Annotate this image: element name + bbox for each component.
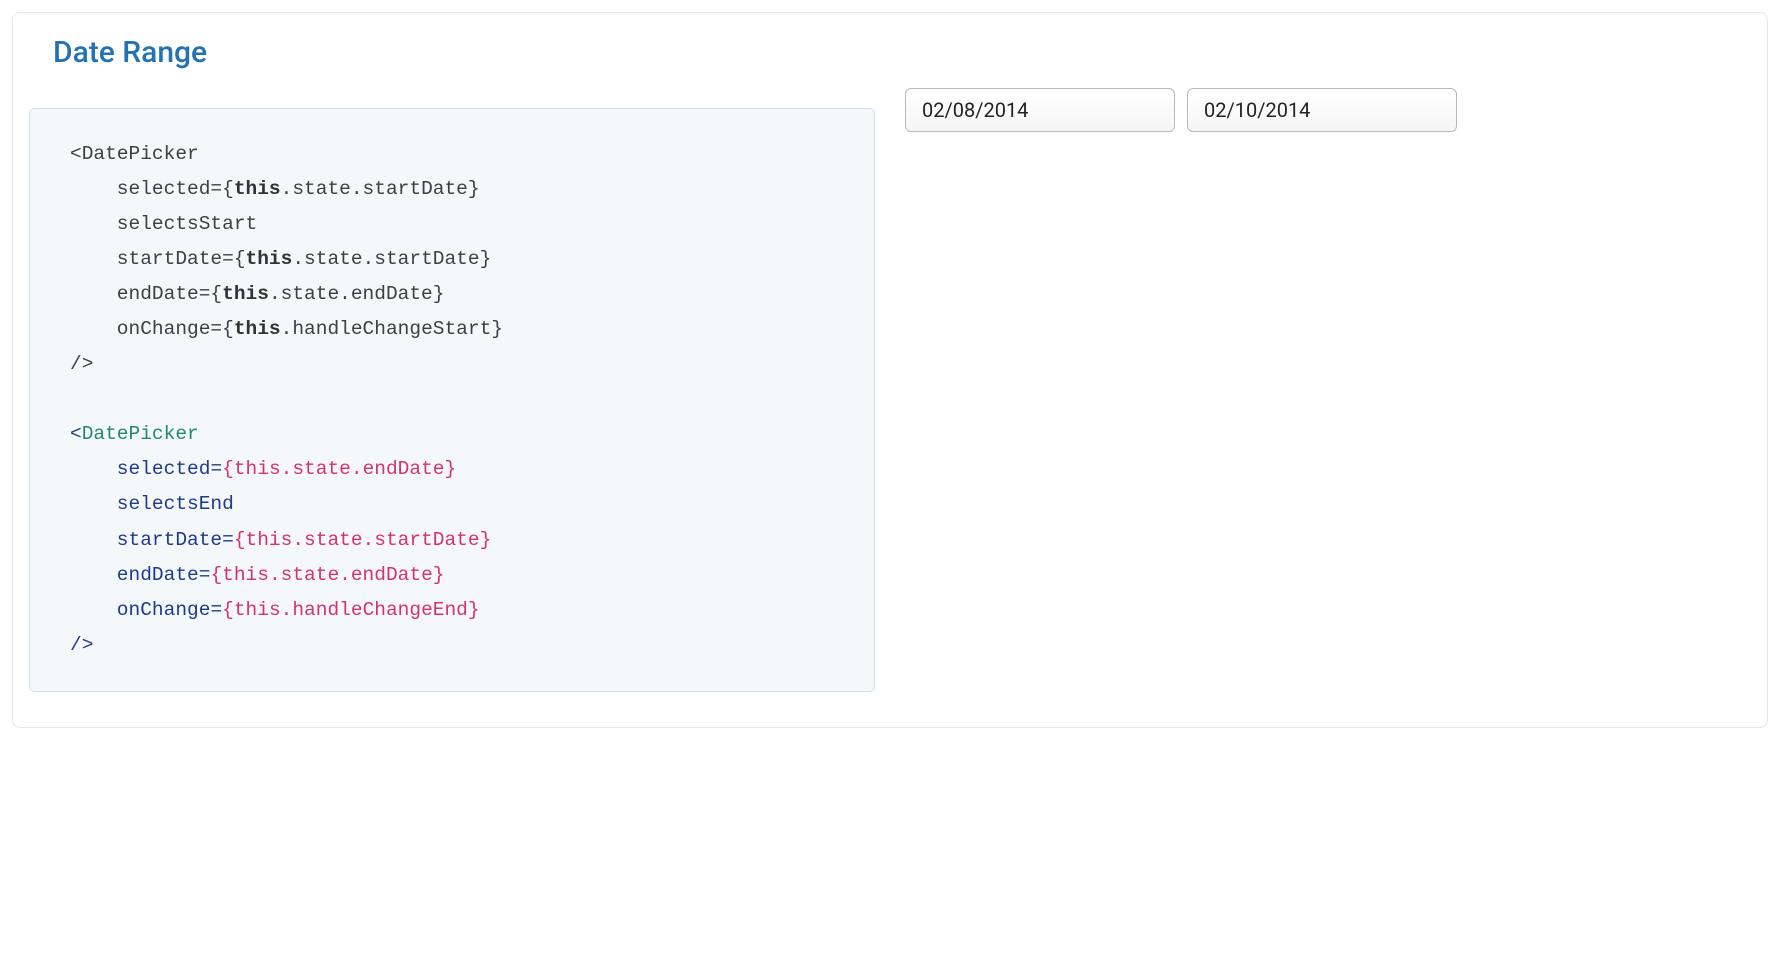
code-line: .handleChangeStart} bbox=[281, 318, 503, 340]
code-expr: {this.state.startDate} bbox=[234, 529, 491, 551]
code-line: selectsStart bbox=[70, 213, 257, 235]
code-line: .state.startDate} bbox=[292, 248, 491, 270]
example-card: Date Range <DatePicker selected={this.st… bbox=[12, 12, 1768, 728]
end-date-input[interactable] bbox=[1187, 88, 1457, 132]
code-line: .state.startDate} bbox=[281, 178, 480, 200]
code-line: .state.endDate} bbox=[269, 283, 445, 305]
code-line: selected={ bbox=[70, 178, 234, 200]
date-range-row bbox=[905, 88, 1751, 132]
card-header: Date Range bbox=[13, 13, 1767, 88]
code-expr: {this.state.endDate} bbox=[222, 458, 456, 480]
card-title: Date Range bbox=[53, 35, 1727, 70]
code-attr: endDate bbox=[70, 564, 199, 586]
code-kw-this: this bbox=[234, 178, 281, 200]
code-punc: < bbox=[70, 423, 82, 445]
code-punc: = bbox=[222, 529, 234, 551]
code-line: onChange={ bbox=[70, 318, 234, 340]
code-kw-this: this bbox=[246, 248, 293, 270]
code-line: endDate={ bbox=[70, 283, 222, 305]
code-kw-this: this bbox=[222, 283, 269, 305]
code-column: <DatePicker selected={this.state.startDa… bbox=[29, 88, 875, 711]
code-punc: = bbox=[210, 599, 222, 621]
preview-column bbox=[905, 88, 1751, 711]
code-expr: {this.handleChangeEnd} bbox=[222, 599, 479, 621]
code-punc: = bbox=[210, 458, 222, 480]
code-example: <DatePicker selected={this.state.startDa… bbox=[29, 108, 875, 692]
start-date-input[interactable] bbox=[905, 88, 1175, 132]
card-body: <DatePicker selected={this.state.startDa… bbox=[13, 88, 1767, 727]
code-line: startDate={ bbox=[70, 248, 246, 270]
code-attr: onChange bbox=[70, 599, 210, 621]
code-kw-this: this bbox=[234, 318, 281, 340]
code-attr: selected bbox=[70, 458, 210, 480]
code-line: <DatePicker bbox=[70, 143, 199, 165]
code-expr: {this.state.endDate} bbox=[210, 564, 444, 586]
code-punc: = bbox=[199, 564, 211, 586]
code-attr: startDate bbox=[70, 529, 222, 551]
code-tag: DatePicker bbox=[82, 423, 199, 445]
code-line: /> bbox=[70, 634, 93, 656]
code-line: /> bbox=[70, 353, 93, 375]
code-attr: selectsEnd bbox=[70, 493, 234, 515]
